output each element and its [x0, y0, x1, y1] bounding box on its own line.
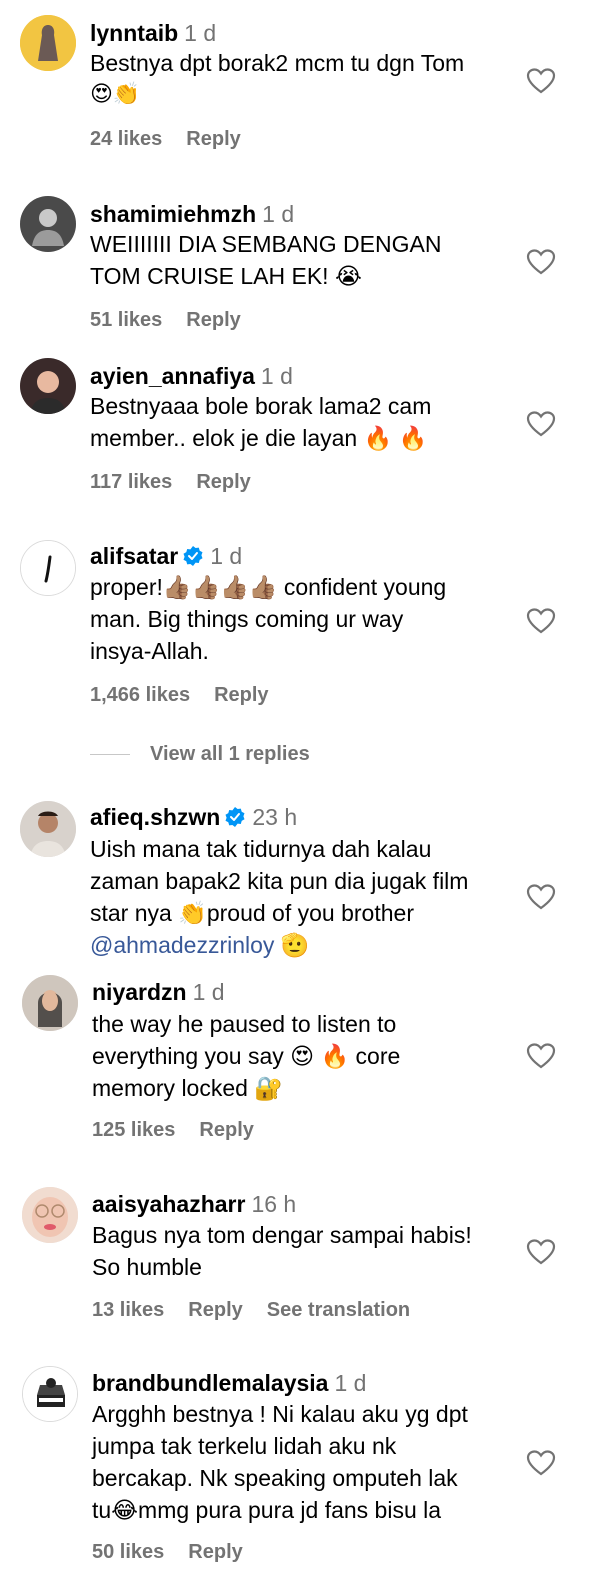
reply-button[interactable]: Reply — [214, 684, 268, 706]
reply-button[interactable]: Reply — [186, 309, 240, 331]
comment-text-line: TOM CRUISE LAH EK! 😭 — [90, 263, 362, 289]
comment-text-line: man. Big things coming ur way — [90, 606, 404, 632]
view-replies-label: View all 1 replies — [150, 743, 310, 765]
reply-button[interactable]: Reply — [199, 1119, 253, 1141]
divider-line — [90, 754, 130, 756]
comment-time: 1 d — [184, 20, 217, 46]
comment-text-line: tu😂mmg pura pura jd fans bisu la — [92, 1497, 442, 1523]
comment-text-line: bercakap. Nk speaking omputeh lak — [92, 1465, 458, 1491]
reply-button[interactable]: Reply — [196, 471, 250, 493]
comment-username[interactable]: shamimiehmzh — [90, 201, 256, 227]
comment-text-line: 😍👏 — [90, 82, 141, 107]
like-count[interactable]: 24 likes — [90, 128, 162, 150]
avatar[interactable] — [22, 1366, 78, 1422]
comment-time: 1 d — [262, 201, 295, 227]
like-count[interactable]: 50 likes — [92, 1541, 164, 1563]
comment-username[interactable]: brandbundlemalaysia — [92, 1370, 328, 1396]
comment-time: 1 d — [192, 979, 225, 1005]
comment-text-line: insya-Allah. — [90, 638, 209, 664]
comment-text-line: proper!👍🏽👍🏽👍🏽👍🏽 confident young — [90, 574, 447, 600]
comment-text-line: Bestnyaaa bole borak lama2 cam — [90, 393, 432, 419]
comment-text-line: the way he paused to listen to — [92, 1011, 397, 1037]
comment-username[interactable]: ayien_annafiya — [90, 363, 255, 389]
like-count[interactable]: 13 likes — [92, 1299, 164, 1321]
heart-outline-icon[interactable] — [526, 1042, 556, 1070]
like-count[interactable]: 117 likes — [90, 471, 172, 493]
avatar[interactable] — [20, 15, 76, 71]
comment-username[interactable]: lynntaib — [90, 20, 178, 46]
comment-text-line: jumpa tak terkelu lidah aku nk — [92, 1433, 397, 1459]
comment-time: 1 d — [260, 363, 293, 389]
avatar[interactable] — [22, 1187, 78, 1243]
comment-text-line: Uish mana tak tidurnya dah kalau — [90, 836, 432, 862]
view-replies-button[interactable]: View all 1 replies — [90, 743, 310, 766]
comment-text-line: Bagus nya tom dengar sampai habis! — [92, 1222, 472, 1248]
comment-username[interactable]: aaisyahazharr — [92, 1191, 245, 1217]
comment-time: 1 d — [210, 543, 243, 569]
like-count[interactable]: 51 likes — [90, 309, 162, 331]
avatar[interactable] — [20, 358, 76, 414]
comment-text-line: Argghh bestnya ! Ni kalau aku yg dpt — [92, 1401, 468, 1427]
comment-time: 16 h — [251, 1191, 297, 1217]
avatar[interactable] — [20, 801, 76, 857]
avatar[interactable] — [22, 975, 78, 1031]
heart-outline-icon[interactable] — [526, 1449, 556, 1477]
comment-text-line: member.. elok je die layan 🔥 🔥 — [90, 425, 428, 451]
comment-text-line: WEIIIIIII DIA SEMBANG DENGAN — [90, 231, 442, 257]
see-translation-button[interactable]: See translation — [267, 1299, 410, 1321]
comment-text-line: zaman bapak2 kita pun dia jugak film — [90, 868, 469, 894]
like-count[interactable]: 125 likes — [92, 1119, 175, 1141]
verified-badge-icon — [182, 545, 204, 567]
comment-time: 23 h — [252, 804, 298, 830]
comment-text-line: So humble — [92, 1254, 202, 1280]
comment-username[interactable]: alifsatar — [90, 543, 178, 569]
reply-button[interactable]: Reply — [188, 1541, 242, 1563]
avatar[interactable] — [20, 540, 76, 596]
comment-text-line: memory locked 🔐 — [92, 1075, 283, 1101]
comment-username[interactable]: afieq.shzwn — [90, 804, 220, 830]
reply-button[interactable]: Reply — [188, 1299, 242, 1321]
comment-text-emoji: 🫡 — [280, 932, 310, 958]
comment-username[interactable]: niyardzn — [92, 979, 187, 1005]
comment-text-line: Bestnya dpt borak2 mcm tu dgn Tom — [90, 50, 465, 76]
heart-outline-icon[interactable] — [526, 410, 556, 438]
reply-button[interactable]: Reply — [186, 128, 240, 150]
heart-outline-icon[interactable] — [526, 248, 556, 276]
comment-text-line: star nya 👏proud of you brother — [90, 900, 414, 926]
heart-outline-icon[interactable] — [526, 607, 556, 635]
verified-badge-icon — [224, 806, 246, 828]
avatar[interactable] — [20, 196, 76, 252]
heart-outline-icon[interactable] — [526, 1238, 556, 1266]
mention-link[interactable]: @ahmadezzrinloy — [90, 932, 274, 958]
comment-text-line: everything you say 😍 🔥 core — [92, 1043, 401, 1069]
heart-outline-icon[interactable] — [526, 67, 556, 95]
comment-time: 1 d — [334, 1370, 367, 1396]
like-count[interactable]: 1,466 likes — [90, 684, 190, 706]
heart-outline-icon[interactable] — [526, 883, 556, 911]
